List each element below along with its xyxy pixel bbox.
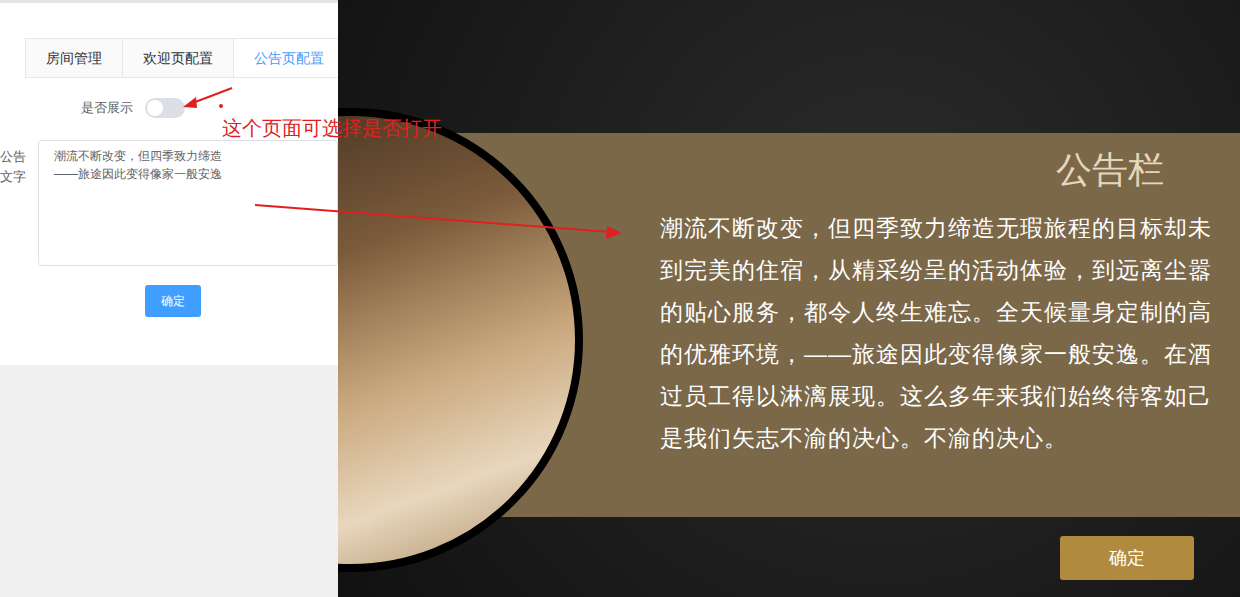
text-label: 公告文字 — [0, 140, 38, 186]
notice-preview: 公告栏潮流不断改变，但四季致力缔造无瑕旅程的目标却未到完美的住宿，从精采纷呈的活… — [338, 0, 1240, 597]
notice-line: 是我们矢志不渝的决心。不渝的决心。 — [660, 417, 1240, 459]
admin-panel: 房间管理欢迎页配置公告页配置是否展示公告文字潮流不断改变，但四季致力缔造——旅途… — [0, 0, 338, 597]
submit-button[interactable]: 确定 — [145, 285, 201, 317]
tab[interactable]: 公告页配置 — [234, 39, 338, 77]
annotation-arrows-icon — [0, 0, 1240, 597]
confirm-button[interactable]: 确定 — [1060, 536, 1194, 580]
annotation-text: 这个页面可选择是否打开 — [222, 115, 442, 141]
notice-line: 到完美的住宿，从精采纷呈的活动体验，到远离尘嚣 — [660, 249, 1240, 291]
switch-label: 是否展示 — [0, 98, 145, 118]
notice-title: 公告栏 — [1056, 147, 1164, 193]
show-switch[interactable] — [145, 98, 185, 118]
notice-line: 潮流不断改变，但四季致力缔造无瑕旅程的目标却未 — [660, 207, 1240, 249]
tab[interactable]: 房间管理 — [26, 39, 123, 77]
notice-line: 的优雅环境，——旅途因此变得像家一般安逸。在酒 — [660, 333, 1240, 375]
notice-textarea[interactable]: 潮流不断改变，但四季致力缔造——旅途因此变得像家一般安逸 — [38, 140, 338, 266]
tab-bar: 房间管理欢迎页配置公告页配置 — [25, 38, 338, 78]
notice-line: 过员工得以淋漓展现。这么多年来我们始终待客如己 — [660, 375, 1240, 417]
notice-line: 的贴心服务，都令人终生难忘。全天候量身定制的高 — [660, 291, 1240, 333]
app: 房间管理欢迎页配置公告页配置是否展示公告文字潮流不断改变，但四季致力缔造——旅途… — [0, 0, 1240, 597]
tab[interactable]: 欢迎页配置 — [123, 39, 234, 77]
